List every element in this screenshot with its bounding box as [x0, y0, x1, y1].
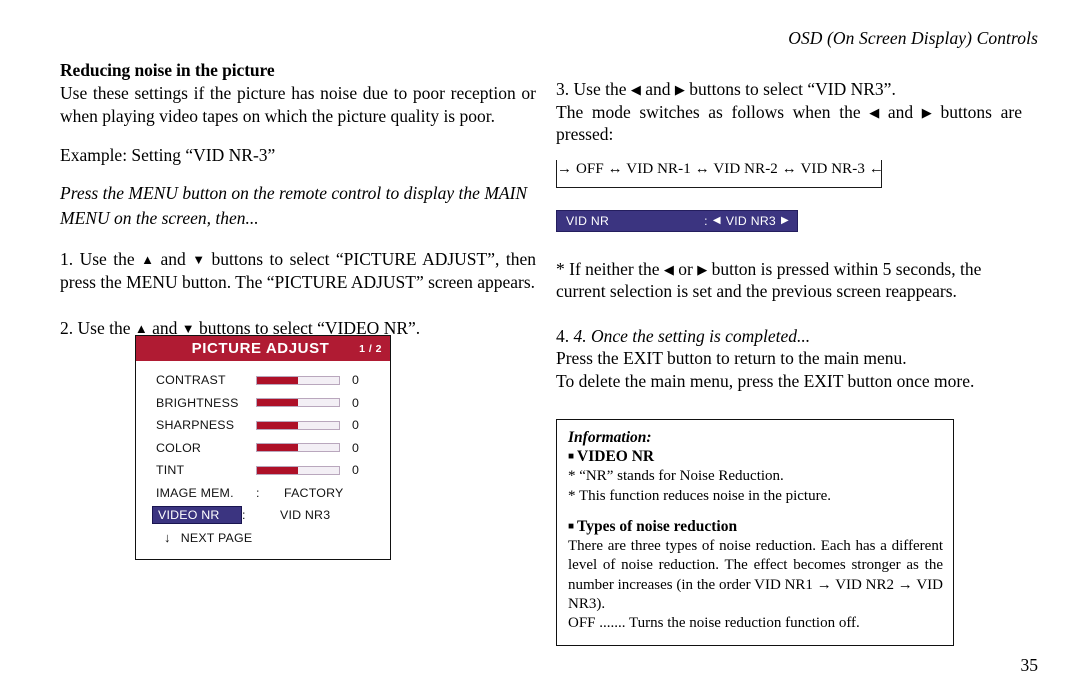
right-column: 3. Use the and buttons to select “VID NR… — [555, 78, 1022, 647]
arrow-down-icon: ↓ — [164, 530, 171, 546]
vid-nr-label: VID NR — [566, 213, 610, 228]
mode-cycle-diagram: → OFF ↔ VID NR-1 ↔ VID NR-2 ↔ VID NR-3 ← — [555, 158, 884, 188]
osd-page-indicator: 1 / 2 — [359, 342, 382, 355]
osd-value: 0 — [352, 395, 360, 410]
square-bullet-icon: ■ — [568, 450, 575, 462]
osd-label: SHARPNESS — [156, 418, 235, 433]
running-header: OSD (On Screen Display) Controls — [788, 28, 1038, 48]
information-off-line: OFF ....... Turns the noise reduction fu… — [568, 614, 860, 631]
osd-label: CONTRAST — [156, 373, 226, 388]
up-triangle-icon — [135, 322, 148, 335]
right-triangle-icon — [922, 106, 932, 119]
down-triangle-icon — [192, 253, 205, 266]
tint-slider[interactable] — [256, 465, 340, 475]
osd-row-video-nr[interactable]: VIDEO NR : VID NR3 — [136, 504, 390, 527]
page-number: 35 — [1020, 655, 1039, 675]
vid-nr-colon: : — [704, 213, 708, 228]
subheading-text: VIDEO NR — [577, 447, 655, 465]
osd-row-color[interactable]: COLOR 0 — [136, 437, 390, 460]
osd-body: CONTRAST 0 BRIGHTNESS 0 SHARPNESS 0 COLO… — [136, 361, 390, 559]
cycle-diagram-text: → OFF ↔ VID NR-1 ↔ VID NR-2 ↔ VID NR-3 ← — [557, 158, 884, 179]
osd-value: VID NR3 — [280, 508, 331, 523]
sharpness-slider[interactable] — [256, 420, 340, 430]
vid-nr-value: VID NR3 — [725, 213, 776, 228]
step-4-number: 4. — [556, 325, 574, 346]
step-3-text-a: 3. Use the — [556, 79, 631, 99]
note-text-b: or — [673, 258, 698, 279]
square-bullet-icon: ■ — [568, 521, 575, 533]
osd-label: BRIGHTNESS — [156, 395, 239, 410]
step-3-text-b: and — [640, 79, 675, 99]
example-line: Example: Setting “VID NR-3” — [60, 145, 276, 166]
information-line-1: * “NR” stands for Noise Reduction. — [568, 468, 784, 485]
osd-value: 0 — [352, 463, 360, 478]
left-triangle-icon — [664, 263, 674, 276]
information-line-2: * This function reduces noise in the pic… — [568, 487, 831, 504]
osd-row-contrast[interactable]: CONTRAST 0 — [136, 369, 390, 392]
osd-colon: : — [242, 508, 246, 523]
step-3-line-1: 3. Use the and buttons to select “VID NR… — [556, 78, 1022, 101]
step-4-heading-text: 4. Once the setting is completed... — [573, 325, 811, 346]
timeout-note: * If neither the or button is pressed wi… — [556, 258, 1022, 303]
osd-label: COLOR — [156, 440, 202, 455]
osd-value: FACTORY — [284, 485, 344, 500]
osd-label: IMAGE MEM. — [156, 485, 234, 500]
step-4-line-1: Press the EXIT button to return to the m… — [556, 348, 907, 369]
step-1: 1. Use the and buttons to select “PICTUR… — [60, 248, 536, 293]
osd-value: 0 — [352, 373, 360, 388]
osd-title: PICTURE ADJUST — [191, 340, 330, 357]
osd-header: PICTURE ADJUST 1 / 2 — [136, 336, 390, 361]
information-types-paragraph: There are three types of noise reduction… — [568, 538, 943, 612]
step-3-text-e: and — [879, 101, 922, 122]
osd-label-highlighted: VIDEO NR — [152, 506, 242, 525]
step-4-line-2: To delete the main menu, press the EXIT … — [556, 370, 975, 391]
osd-colon: : — [256, 485, 260, 500]
intro-paragraph: Use these settings if the picture has no… — [60, 83, 536, 126]
step-1-text-b: and — [153, 249, 193, 270]
left-triangle-icon — [869, 106, 879, 119]
next-page-label: NEXT PAGE — [180, 530, 253, 545]
left-column: Reducing noise in the picture Use these … — [60, 60, 536, 339]
osd-row-tint[interactable]: TINT 0 — [136, 459, 390, 482]
vid-nr-osd-bar[interactable]: VID NR : ◀ VID NR3 ▶ — [556, 209, 798, 232]
step-3-text-c: buttons to select “VID NR3”. — [684, 79, 896, 99]
left-triangle-icon — [631, 83, 641, 96]
up-triangle-icon — [141, 253, 154, 266]
osd-row-image-mem[interactable]: IMAGE MEM. : FACTORY — [136, 482, 390, 505]
osd-row-sharpness[interactable]: SHARPNESS 0 — [136, 414, 390, 437]
down-triangle-icon — [182, 322, 195, 335]
step-3-text-d: The mode switches as follows when the — [556, 101, 870, 122]
osd-label: TINT — [156, 463, 185, 478]
information-spacer — [568, 506, 943, 517]
document-page: OSD (On Screen Display) Controls Reducin… — [0, 0, 1080, 698]
osd-row-brightness[interactable]: BRIGHTNESS 0 — [136, 392, 390, 415]
left-triangle-icon[interactable]: ◀ — [713, 215, 721, 226]
brightness-slider[interactable] — [256, 398, 340, 408]
picture-adjust-osd-panel: PICTURE ADJUST 1 / 2 CONTRAST 0 BRIGHTNE… — [135, 335, 391, 560]
step-2-text-a: 2. Use the — [60, 317, 135, 338]
information-box: Information: ■ VIDEO NR * “NR” stands for… — [556, 418, 954, 647]
right-triangle-icon — [675, 83, 685, 96]
note-text-a: * If neither the — [556, 258, 664, 279]
section-title: Reducing noise in the picture — [60, 60, 275, 80]
information-heading: Information: — [568, 428, 652, 446]
color-slider[interactable] — [256, 443, 340, 453]
osd-value: 0 — [352, 418, 360, 433]
step-1-text-a: 1. Use the — [60, 249, 142, 270]
contrast-slider[interactable] — [256, 375, 340, 385]
italic-instruction: Press the MENU button on the remote cont… — [60, 182, 528, 229]
information-subheading-video-nr: ■ VIDEO NR — [568, 447, 943, 467]
osd-value: 0 — [352, 440, 360, 455]
vid-nr-value-group: : ◀ VID NR3 ▶ — [704, 214, 789, 228]
information-subheading-types: ■ Types of noise reduction — [568, 517, 943, 537]
step-4-heading: 4. 4. Once the setting is completed... — [556, 325, 1022, 348]
osd-row-next-page[interactable]: ↓ NEXT PAGE — [136, 527, 390, 550]
right-triangle-icon — [697, 263, 707, 276]
subheading-text: Types of noise reduction — [577, 518, 738, 536]
step-3-line-2: The mode switches as follows when the an… — [556, 101, 1022, 146]
right-triangle-icon[interactable]: ▶ — [781, 215, 789, 226]
